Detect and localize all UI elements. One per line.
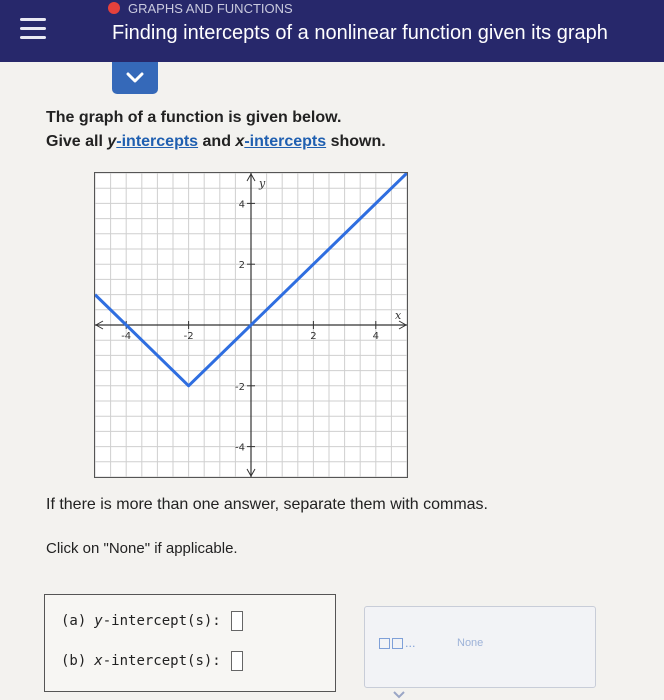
prompt-text: Give all — [46, 133, 108, 150]
x-tick-label: 2 — [310, 331, 316, 342]
x-tick-label: -4 — [121, 331, 131, 342]
answer-tools: ... None — [364, 606, 596, 688]
x-tick-label: -2 — [184, 331, 194, 342]
y-intercept-row: (a) y -intercept(s): — [61, 611, 243, 631]
y-intercept-label: -intercept(s): — [102, 613, 221, 629]
y-intercept-input[interactable] — [230, 611, 243, 631]
prompt-text: and — [198, 133, 236, 150]
y-tick-label: 4 — [239, 199, 245, 210]
chevron-down-icon[interactable] — [392, 690, 406, 700]
none-instruction: Click on "None" if applicable. — [46, 540, 238, 557]
function-graph: -4 -2 2 4 4 2 -2 -4 x y — [93, 171, 409, 478]
chevron-down-icon — [126, 72, 144, 83]
y-tick-label: -2 — [235, 382, 245, 393]
y-tick-label: -4 — [235, 443, 245, 454]
topic-status-dot — [108, 2, 120, 14]
prompt-var-x: x — [235, 133, 245, 150]
y-axis-label: y — [258, 177, 266, 190]
y-var-label: y — [94, 613, 103, 629]
topic-text: GRAPHS AND FUNCTIONS — [128, 0, 293, 16]
x-intercepts-link[interactable]: -intercepts — [244, 133, 326, 150]
multi-box-icon[interactable]: ... — [379, 637, 416, 650]
part-b-label: (b) — [61, 653, 87, 669]
prompt-line-1: The graph of a function is given below. — [46, 109, 342, 126]
y-tick-label: 2 — [239, 260, 245, 271]
x-var-label: x — [94, 653, 103, 669]
part-a-label: (a) — [61, 613, 87, 629]
x-intercept-label: -intercept(s): — [102, 653, 221, 669]
question-prompt: The graph of a function is given below. … — [46, 106, 386, 154]
y-intercepts-link[interactable]: -intercepts — [116, 133, 198, 150]
x-tick-label: 4 — [373, 331, 379, 342]
top-header: GRAPHS AND FUNCTIONS Finding intercepts … — [0, 0, 664, 62]
prompt-var-y: y — [107, 133, 117, 150]
answer-panel: (a) y -intercept(s): (b) x -intercept(s)… — [44, 594, 336, 692]
prompt-text: shown. — [326, 133, 386, 150]
graph-canvas: -4 -2 2 4 4 2 -2 -4 x y — [93, 171, 409, 478]
collapse-button[interactable] — [112, 62, 158, 94]
ellipsis-text: ... — [405, 637, 416, 650]
prompt-line-2: Give all y-intercepts and x-intercepts s… — [46, 130, 386, 154]
x-intercept-input[interactable] — [230, 651, 243, 671]
x-intercept-row: (b) x -intercept(s): — [61, 651, 243, 671]
x-axis-label: x — [395, 309, 402, 322]
page-title: Finding intercepts of a nonlinear functi… — [112, 22, 608, 44]
none-button[interactable]: None — [457, 637, 483, 649]
separator-instruction: If there is more than one answer, separa… — [46, 496, 488, 513]
menu-icon[interactable] — [20, 10, 56, 46]
topic-label: GRAPHS AND FUNCTIONS — [108, 0, 293, 16]
